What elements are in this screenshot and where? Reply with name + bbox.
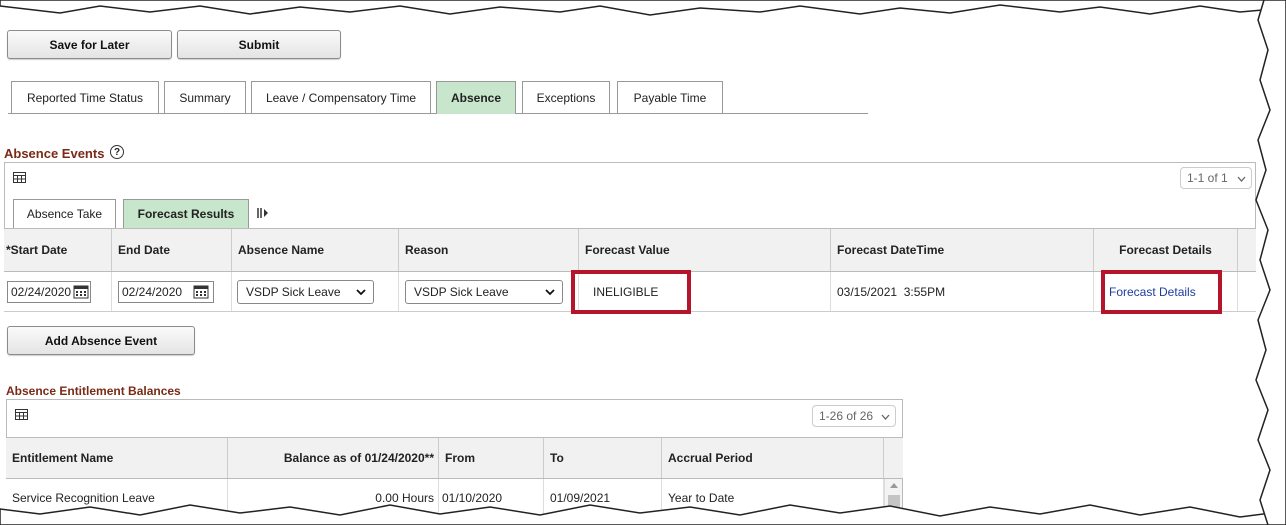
- subtab-forecast-results[interactable]: Forecast Results: [123, 199, 249, 228]
- subtab-absence-take[interactable]: Absence Take: [13, 199, 116, 228]
- tab-exceptions[interactable]: Exceptions: [522, 81, 610, 113]
- absence-name-select[interactable]: VSDP Sick Leave: [237, 280, 374, 304]
- col-balance: Balance as of 01/24/2020**: [228, 438, 439, 478]
- add-absence-event-button[interactable]: Add Absence Event: [7, 326, 195, 355]
- forecast-datetime: 03/15/2021 3:55PM: [837, 284, 946, 299]
- chevron-down-icon: [545, 289, 555, 296]
- scrollbar-thumb[interactable]: [888, 495, 900, 517]
- col-accrual-period: Accrual Period: [662, 438, 884, 478]
- accrual-period-cell: Year to Date: [662, 479, 884, 517]
- submit-button[interactable]: Submit: [177, 30, 341, 59]
- col-start-date: *Start Date: [4, 229, 112, 271]
- help-icon[interactable]: ?: [110, 145, 124, 159]
- tab-reported-time-status[interactable]: Reported Time Status: [11, 81, 159, 113]
- to-cell: 01/09/2021: [544, 479, 662, 517]
- calendar-icon[interactable]: [193, 284, 209, 299]
- calendar-icon[interactable]: [73, 284, 89, 299]
- entitlement-balances-title: Absence Entitlement Balances: [6, 384, 181, 398]
- col-entitlement-name: Entitlement Name: [6, 438, 228, 478]
- pager-label: 1-26 of 26: [819, 409, 874, 423]
- tab-absence[interactable]: Absence: [436, 81, 516, 114]
- col-forecast-value: Forecast Value: [579, 229, 831, 271]
- from-cell: 01/10/2020: [439, 479, 544, 517]
- reason-select[interactable]: VSDP Sick Leave: [405, 280, 563, 304]
- tab-leave-compensatory-time[interactable]: Leave / Compensatory Time: [251, 81, 431, 113]
- vertical-scrollbar[interactable]: [884, 479, 902, 525]
- col-to: To: [544, 438, 662, 478]
- absence-events-title: Absence Events: [4, 146, 105, 161]
- col-end-date: End Date: [112, 229, 232, 271]
- absence-events-pager[interactable]: 1-1 of 1: [1180, 167, 1252, 189]
- col-absence-name: Absence Name: [232, 229, 399, 271]
- chevron-down-icon: [1237, 176, 1246, 182]
- table-row: Service Recognition Leave 0.00 Hours 01/…: [6, 479, 884, 517]
- col-forecast-details: Forecast Details: [1094, 229, 1238, 271]
- reason-value: VSDP Sick Leave: [414, 285, 509, 299]
- show-all-columns-icon[interactable]: [256, 207, 270, 219]
- entitlements-pager[interactable]: 1-26 of 26: [812, 405, 896, 427]
- personalize-grid-icon[interactable]: [15, 409, 28, 421]
- entitlement-name-cell: Service Recognition Leave: [6, 479, 228, 517]
- tab-payable-time[interactable]: Payable Time: [617, 81, 723, 113]
- balance-cell: 0.00 Hours: [228, 479, 439, 517]
- col-reason: Reason: [399, 229, 579, 271]
- col-from: From: [439, 438, 544, 478]
- col-forecast-datetime: Forecast DateTime: [831, 229, 1094, 271]
- personalize-grid-icon[interactable]: [13, 172, 26, 184]
- entitlements-header-row: Entitlement Name Balance as of 01/24/202…: [6, 437, 903, 479]
- highlight-forecast-value: [571, 270, 691, 314]
- scroll-up-icon[interactable]: [890, 482, 898, 488]
- forecast-datetime-cell: 03/15/2021 3:55PM: [831, 272, 1094, 311]
- save-for-later-button[interactable]: Save for Later: [7, 30, 172, 59]
- chevron-down-icon: [356, 289, 366, 296]
- highlight-forecast-details: [1101, 270, 1222, 314]
- chevron-down-icon: [881, 414, 890, 420]
- tab-summary[interactable]: Summary: [164, 81, 246, 113]
- absence-events-header-row: *Start Date End Date Absence Name Reason…: [4, 228, 1256, 272]
- main-tab-strip: Reported Time Status Summary Leave / Com…: [8, 81, 1008, 114]
- pager-label: 1-1 of 1: [1187, 171, 1228, 185]
- torn-edge-top: [0, 0, 1286, 16]
- absence-name-value: VSDP Sick Leave: [246, 285, 341, 299]
